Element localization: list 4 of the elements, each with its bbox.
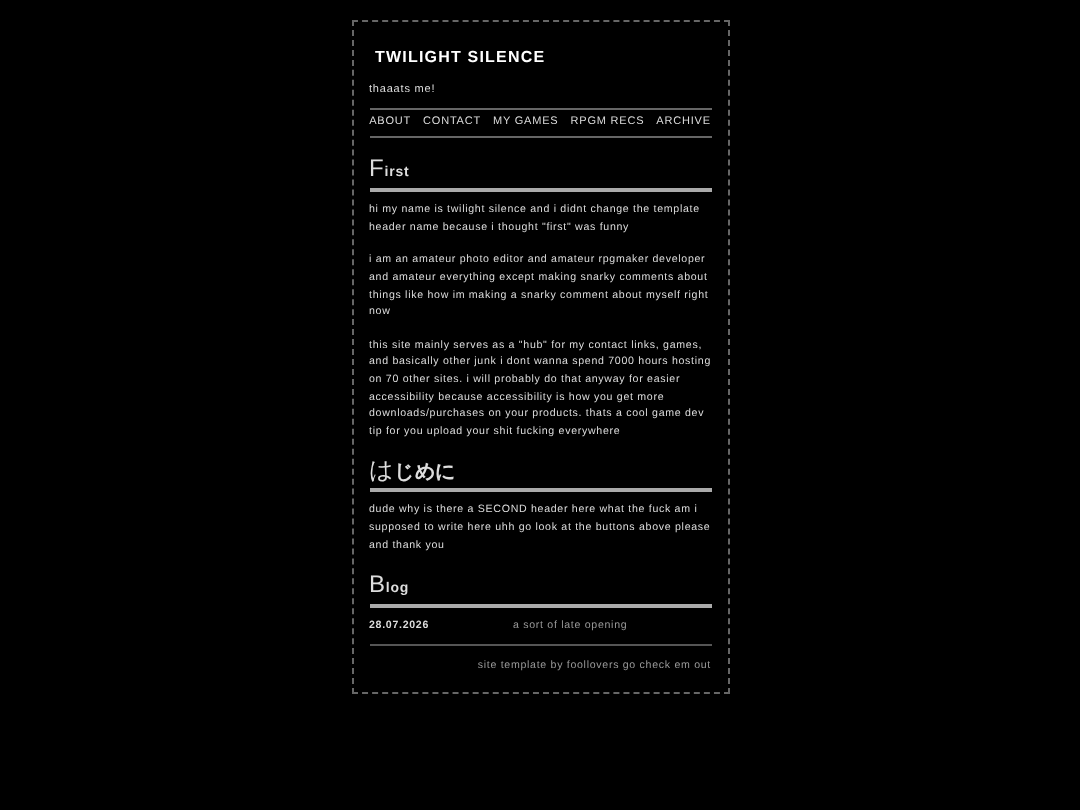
section-heading: はじめに bbox=[369, 458, 711, 493]
section-heading: Blog bbox=[369, 572, 711, 609]
section-heading: First bbox=[369, 156, 711, 193]
site-title: TWILIGHT SILENCE bbox=[375, 46, 548, 70]
